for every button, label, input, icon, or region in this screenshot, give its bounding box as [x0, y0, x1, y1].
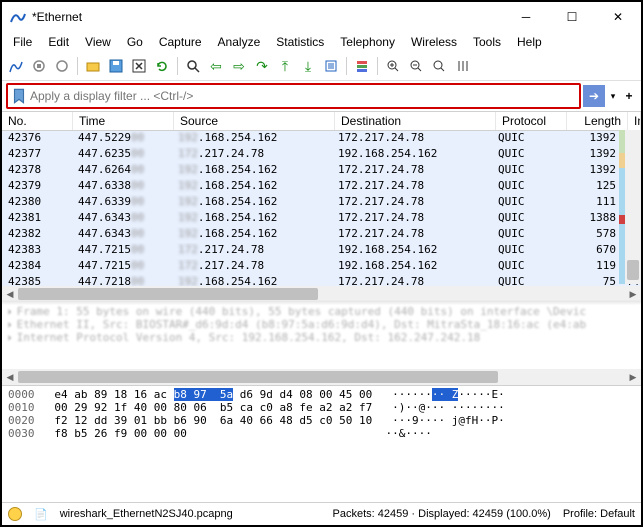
status-bar: 📄 wireshark_EthernetN2SJ40.pcapng Packet… [2, 502, 641, 525]
col-header-info[interactable]: Info [628, 112, 641, 130]
go-last-icon[interactable]: ⤓ [298, 56, 318, 76]
auto-scroll-icon[interactable] [321, 56, 341, 76]
main-toolbar: ⇦ ⇨ ↷ ⤒ ⤓ [2, 52, 641, 81]
menu-wireless[interactable]: Wireless [404, 33, 464, 51]
window-title: *Ethernet [32, 10, 503, 24]
menu-help[interactable]: Help [510, 33, 549, 51]
go-to-packet-icon[interactable]: ↷ [252, 56, 272, 76]
filter-history-dropdown[interactable]: ▾ [607, 91, 619, 102]
menu-tools[interactable]: Tools [466, 33, 508, 51]
detail-row[interactable]: ›Frame 1: 55 bytes on wire (440 bits), 5… [6, 305, 637, 318]
save-file-icon[interactable] [106, 56, 126, 76]
hex-row[interactable]: 0000 e4 ab 89 18 16 ac b8 97 5a d6 9d d4… [8, 388, 635, 401]
packet-row[interactable]: 42381447.634300192.168.254.162172.217.24… [2, 211, 641, 227]
display-filter-bar: ➔ ▾ + [2, 81, 641, 111]
packet-row[interactable]: 42384447.721500172.217.24.78192.168.254.… [2, 259, 641, 275]
packet-list-hscroll[interactable]: ◀▶ [2, 286, 641, 302]
open-file-icon[interactable] [83, 56, 103, 76]
go-forward-icon[interactable]: ⇨ [229, 56, 249, 76]
packet-row[interactable]: 42382447.634300192.168.254.162172.217.24… [2, 227, 641, 243]
packet-row[interactable]: 42377447.623500172.217.24.78192.168.254.… [2, 147, 641, 163]
packet-row[interactable]: 42379447.633800192.168.254.162172.217.24… [2, 179, 641, 195]
menu-bar: FileEditViewGoCaptureAnalyzeStatisticsTe… [2, 32, 641, 52]
hex-row[interactable]: 0030 f8 b5 26 f9 00 00 00 ··&···· [8, 427, 635, 440]
packet-row[interactable]: 42385447.721800192.168.254.162172.217.24… [2, 275, 641, 286]
display-filter-highlight [6, 83, 581, 109]
packet-row[interactable]: 42376447.522900192.168.254.162172.217.24… [2, 131, 641, 147]
packet-row[interactable]: 42383447.721500172.217.24.78192.168.254.… [2, 243, 641, 259]
stop-capture-icon[interactable] [29, 56, 49, 76]
status-profile[interactable]: Profile: Default [563, 508, 635, 520]
col-header-proto[interactable]: Protocol [496, 112, 567, 130]
status-packet-counts: Packets: 42459 · Displayed: 42459 (100.0… [333, 508, 551, 520]
menu-telephony[interactable]: Telephony [333, 33, 402, 51]
packet-list-header[interactable]: No. Time Source Destination Protocol Len… [2, 112, 641, 131]
capture-file-properties-icon[interactable]: 📄 [34, 508, 48, 521]
details-hscroll[interactable]: ◀▶ [2, 369, 641, 385]
go-first-icon[interactable]: ⤒ [275, 56, 295, 76]
hex-row[interactable]: 0010 00 29 92 1f 40 00 80 06 b5 ca c0 a8… [8, 401, 635, 414]
menu-analyze[interactable]: Analyze [211, 33, 268, 51]
zoom-out-icon[interactable] [406, 56, 426, 76]
close-file-icon[interactable] [129, 56, 149, 76]
apply-filter-button[interactable]: ➔ [583, 85, 605, 107]
minimize-button[interactable]: ─ [503, 2, 549, 32]
detail-row[interactable]: ›Ethernet II, Src: BIOSTAR#_d6:9d:d4 (b8… [6, 318, 637, 331]
detail-row[interactable]: ›Internet Protocol Version 4, Src: 192.1… [6, 331, 637, 344]
restart-capture-icon[interactable] [52, 56, 72, 76]
start-capture-icon[interactable] [6, 56, 26, 76]
col-header-length[interactable]: Length [567, 112, 628, 130]
menu-statistics[interactable]: Statistics [269, 33, 331, 51]
title-bar: *Ethernet ─ ☐ ✕ [2, 2, 641, 32]
packet-list-vscroll[interactable] [625, 130, 641, 284]
menu-go[interactable]: Go [120, 33, 150, 51]
display-filter-input[interactable] [30, 89, 579, 103]
go-back-icon[interactable]: ⇦ [206, 56, 226, 76]
zoom-reset-icon[interactable] [429, 56, 449, 76]
find-icon[interactable] [183, 56, 203, 76]
reload-icon[interactable] [152, 56, 172, 76]
expert-info-led-icon[interactable] [8, 507, 22, 521]
col-header-time[interactable]: Time [73, 112, 174, 130]
app-icon [10, 9, 26, 25]
packet-list-body[interactable]: 42376447.522900192.168.254.162172.217.24… [2, 131, 641, 286]
close-button[interactable]: ✕ [595, 2, 641, 32]
add-filter-button[interactable]: + [621, 89, 637, 103]
bookmark-icon[interactable] [10, 87, 28, 105]
menu-view[interactable]: View [78, 33, 118, 51]
col-header-no[interactable]: No. [2, 112, 73, 130]
minimap-colorstrip [619, 130, 625, 284]
zoom-in-icon[interactable] [383, 56, 403, 76]
packet-row[interactable]: 42380447.633900192.168.254.162172.217.24… [2, 195, 641, 211]
colorize-icon[interactable] [352, 56, 372, 76]
packet-list-pane: No. Time Source Destination Protocol Len… [2, 111, 641, 302]
resize-columns-icon[interactable] [452, 56, 472, 76]
packet-bytes-pane[interactable]: 0000 e4 ab 89 18 16 ac b8 97 5a d6 9d d4… [2, 385, 641, 502]
col-header-source[interactable]: Source [174, 112, 335, 130]
status-file: wireshark_EthernetN2SJ40.pcapng [60, 508, 233, 520]
col-header-dest[interactable]: Destination [335, 112, 496, 130]
maximize-button[interactable]: ☐ [549, 2, 595, 32]
menu-file[interactable]: File [6, 33, 39, 51]
menu-capture[interactable]: Capture [152, 33, 209, 51]
menu-edit[interactable]: Edit [41, 33, 76, 51]
hex-row[interactable]: 0020 f2 12 dd 39 01 bb b6 90 6a 40 66 48… [8, 414, 635, 427]
packet-row[interactable]: 42378447.626400192.168.254.162172.217.24… [2, 163, 641, 179]
packet-details-pane[interactable]: ›Frame 1: 55 bytes on wire (440 bits), 5… [2, 302, 641, 369]
